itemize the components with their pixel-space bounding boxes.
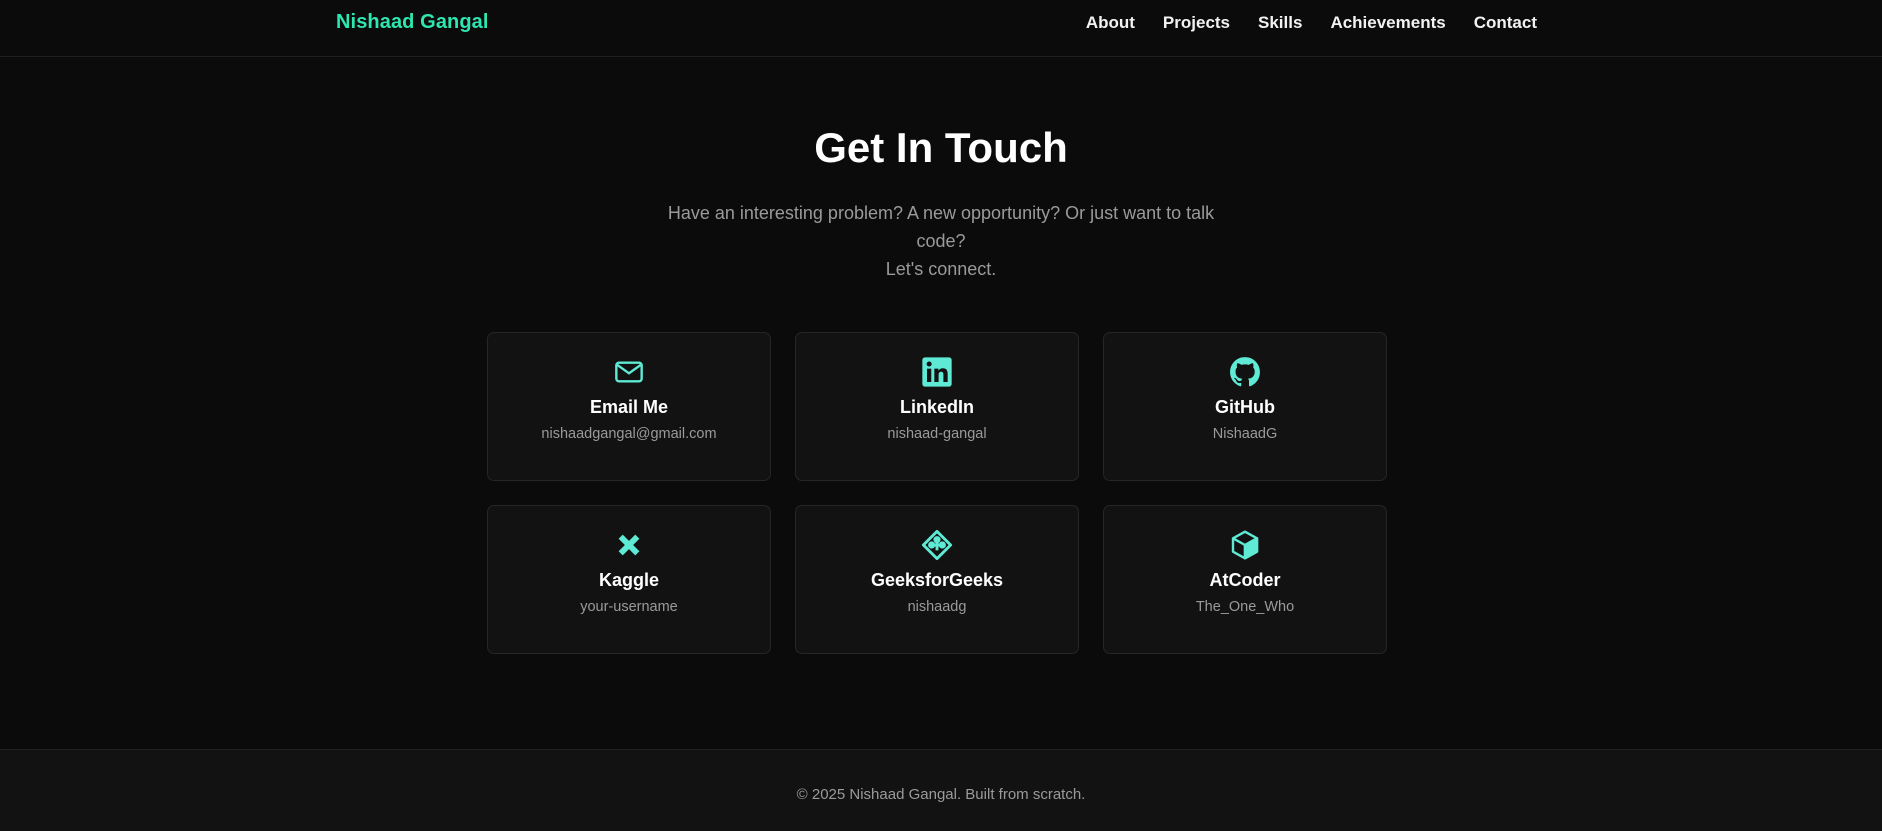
contact-subtitle-line-1: Have an interesting problem? A new oppor… (667, 203, 1215, 251)
geeksforgeeks-card[interactable]: GeeksforGeeks nishaadg (795, 505, 1079, 654)
geeksforgeeks-icon (921, 529, 953, 561)
linkedin-card[interactable]: LinkedIn nishaad-gangal (795, 332, 1079, 481)
atcoder-card[interactable]: AtCoder The_One_Who (1103, 505, 1387, 654)
card-title: AtCoder (1209, 570, 1281, 590)
card-handle: nishaadg (907, 599, 967, 615)
contact-subtitle-line-2: Let's connect. (885, 259, 997, 279)
nav-link-projects[interactable]: Projects (1163, 13, 1230, 33)
nav-link-about[interactable]: About (1086, 13, 1135, 33)
contact-subtitle: Have an interesting problem? A new oppor… (641, 199, 1241, 283)
card-title: GitHub (1215, 397, 1275, 417)
contact-cards-grid: Email Me nishaadgangal@gmail.com LinkedI… (487, 332, 1387, 654)
github-card[interactable]: GitHub NishaadG (1103, 332, 1387, 481)
card-title: Kaggle (598, 570, 659, 590)
card-handle: The_One_Who (1195, 599, 1295, 615)
nav-links: About Projects Skills Achievements Conta… (1086, 13, 1537, 33)
card-handle: NishaadG (1212, 426, 1278, 442)
atcoder-cube-icon (1229, 529, 1261, 561)
card-title: GeeksforGeeks (870, 570, 1004, 590)
linkedin-icon (921, 356, 953, 388)
email-card[interactable]: Email Me nishaadgangal@gmail.com (487, 332, 771, 481)
page-title: Get In Touch (814, 124, 1068, 171)
footer-copyright: © 2025 Nishaad Gangal. Built from scratc… (796, 786, 1086, 803)
github-icon (1229, 356, 1261, 388)
nav-link-contact[interactable]: Contact (1474, 13, 1537, 33)
card-handle: nishaad-gangal (887, 426, 987, 442)
card-title: Email Me (589, 397, 669, 417)
kaggle-icon (613, 529, 645, 561)
mail-icon (613, 356, 645, 388)
nav-link-skills[interactable]: Skills (1258, 13, 1302, 33)
card-handle: nishaadgangal@gmail.com (541, 426, 717, 442)
page-footer: © 2025 Nishaad Gangal. Built from scratc… (0, 749, 1882, 831)
top-navbar: Nishaad Gangal About Projects Skills Ach… (0, 0, 1882, 57)
card-title: LinkedIn (899, 397, 974, 417)
brand-logo-link[interactable]: Nishaad Gangal (336, 11, 489, 34)
nav-link-achievements[interactable]: Achievements (1330, 13, 1445, 33)
kaggle-card[interactable]: Kaggle your-username (487, 505, 771, 654)
card-handle: your-username (580, 599, 678, 615)
